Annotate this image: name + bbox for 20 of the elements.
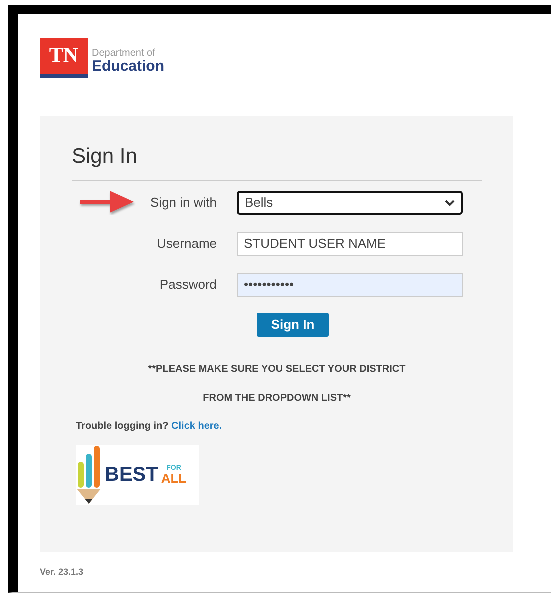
logo-mark: TN xyxy=(40,38,88,78)
version-text: Ver. 23.1.3 xyxy=(40,566,85,579)
help-link[interactable]: Click here. xyxy=(172,421,222,432)
logo-word: BEST xyxy=(105,465,158,485)
field-label: Password xyxy=(158,276,218,294)
input-field[interactable]: ••••••••••• xyxy=(237,273,463,297)
logo-title: Education xyxy=(92,59,165,74)
select-field[interactable]: Bells xyxy=(237,191,463,215)
logo-word: ALL xyxy=(161,472,187,485)
chevron-down-icon xyxy=(445,200,455,206)
field-label: Username xyxy=(156,235,218,254)
input-field[interactable]: STUDENT USER NAME xyxy=(237,232,463,256)
notice-text: **PLEASE MAKE SURE YOU SELECT YOUR DISTRICT xyxy=(147,363,407,377)
help-text: Trouble logging in? Click here. xyxy=(76,420,224,434)
logo-subtitle: Department of xyxy=(92,49,156,59)
field-label: Sign in with xyxy=(150,194,218,212)
pencil-icon xyxy=(76,446,102,504)
sign-in-button[interactable]: Sign In xyxy=(257,313,329,337)
notice-text: FROM THE DROPDOWN LIST** xyxy=(202,392,352,406)
form-title: Sign In xyxy=(72,146,482,181)
